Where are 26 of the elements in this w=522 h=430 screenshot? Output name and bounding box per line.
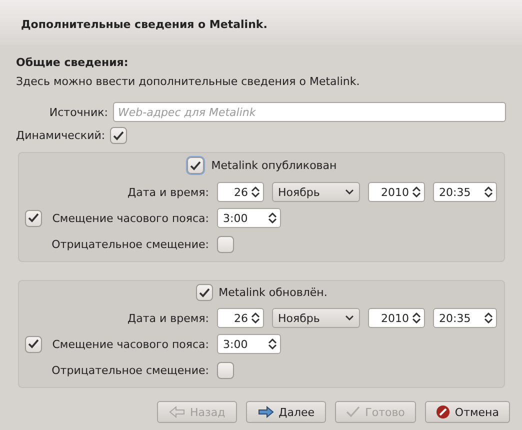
offset-label: Смещение часового пояса:: [52, 212, 209, 224]
page-title: Дополнительные сведения о Metalink.: [21, 18, 268, 31]
day-spinbox[interactable]: 26: [217, 182, 264, 202]
source-field[interactable]: Web-адрес для Metalink: [113, 102, 506, 122]
negative-offset-label: Отрицательное смещение:: [52, 238, 209, 250]
day-spinbox[interactable]: 26: [217, 308, 264, 328]
group-title: Metalink обновлён.: [218, 286, 328, 299]
date-label: Дата и время:: [128, 186, 209, 198]
section-description: Здесь можно ввести дополнительные сведения о Metalink.: [16, 75, 361, 88]
next-button[interactable]: Далее: [246, 401, 326, 423]
time-spinbox[interactable]: 20:35: [433, 182, 497, 202]
month-dropdown[interactable]: Ноябрь: [272, 308, 360, 328]
dynamic-label: Динамический:: [16, 129, 106, 142]
group-title: Metalink опубликован: [211, 159, 337, 172]
offset-spinbox[interactable]: 3:00: [217, 208, 281, 228]
offset-spinbox[interactable]: 3:00: [217, 334, 281, 354]
time-spinbox[interactable]: 20:35: [433, 308, 497, 328]
year-spinbox[interactable]: 2010: [368, 182, 425, 202]
year-spinbox[interactable]: 2010: [368, 308, 425, 328]
date-label: Дата и время:: [128, 312, 209, 324]
offset-label: Смещение часового пояса:: [52, 338, 209, 350]
negative-offset-label: Отрицательное смещение:: [52, 364, 209, 376]
month-dropdown[interactable]: Ноябрь: [272, 182, 360, 202]
section-heading: Общие сведения:: [16, 56, 130, 69]
source-label: Источник:: [48, 106, 108, 118]
cancel-button[interactable]: Отмена: [424, 401, 510, 423]
